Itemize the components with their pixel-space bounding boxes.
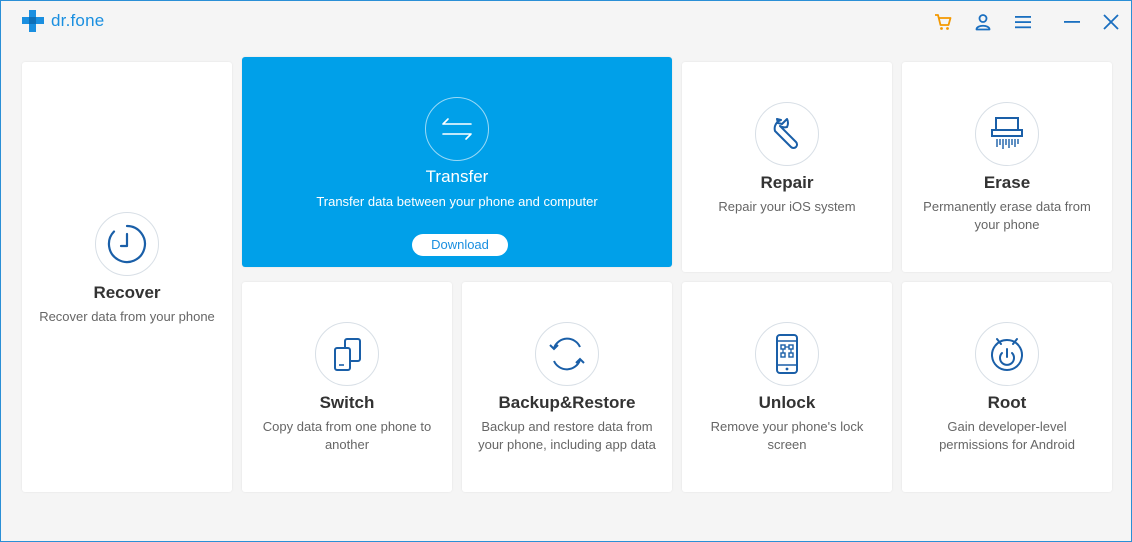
user-icon[interactable] <box>972 11 994 33</box>
card-backup-restore[interactable]: Backup&Restore Backup and restore data f… <box>462 282 672 492</box>
card-description: Transfer data between your phone and com… <box>316 194 598 209</box>
card-description: Recover data from your phone <box>39 309 215 324</box>
card-switch[interactable]: Switch Copy data from one phone to anoth… <box>242 282 452 492</box>
card-repair[interactable]: Repair Repair your iOS system <box>682 62 892 272</box>
wrench-icon <box>755 102 819 166</box>
card-erase[interactable]: Erase Permanently erase data from your p… <box>902 62 1112 272</box>
card-title: Transfer <box>425 167 489 186</box>
app-name: dr.fone <box>51 11 105 30</box>
card-description: Backup and restore data from your phone,… <box>478 419 656 452</box>
title-bar: dr.fone <box>1 1 1131 45</box>
card-title: Repair <box>760 173 814 192</box>
card-recover[interactable]: Recover Recover data from your phone <box>22 62 232 492</box>
sync-icon <box>535 322 599 386</box>
android-power-icon <box>975 322 1039 386</box>
switch-phones-icon <box>315 322 379 386</box>
card-transfer[interactable]: Transfer Transfer data between your phon… <box>242 57 672 267</box>
card-description: Copy data from one phone to another <box>262 419 432 452</box>
card-description: Permanently erase data from your phone <box>923 199 1091 232</box>
card-root[interactable]: Root Gain developer-level permissions fo… <box>902 282 1112 492</box>
phone-lock-icon <box>755 322 819 386</box>
card-description: Repair your iOS system <box>718 199 856 214</box>
app-window: dr.fone Recover Recover data from your p… <box>0 0 1132 542</box>
card-title: Recover <box>93 283 161 302</box>
close-icon[interactable] <box>1100 11 1122 33</box>
download-button[interactable]: Download <box>412 234 508 256</box>
card-title: Switch <box>319 393 375 412</box>
clock-icon <box>95 212 159 276</box>
card-description: Gain developer-level permissions for And… <box>939 419 1075 452</box>
card-title: Erase <box>983 173 1031 192</box>
card-description: Remove your phone's lock screen <box>710 419 864 452</box>
card-unlock[interactable]: Unlock Remove your phone's lock screen <box>682 282 892 492</box>
plus-logo-icon <box>22 10 44 32</box>
menu-icon[interactable] <box>1012 11 1034 33</box>
cart-icon[interactable] <box>932 11 954 33</box>
card-title: Unlock <box>758 393 816 412</box>
transfer-arrows-icon <box>425 97 489 161</box>
card-title: Root <box>987 393 1027 412</box>
minimize-icon[interactable] <box>1061 11 1083 33</box>
card-title: Backup&Restore <box>498 393 636 412</box>
shredder-icon <box>975 102 1039 166</box>
app-logo: dr.fone <box>21 9 104 33</box>
